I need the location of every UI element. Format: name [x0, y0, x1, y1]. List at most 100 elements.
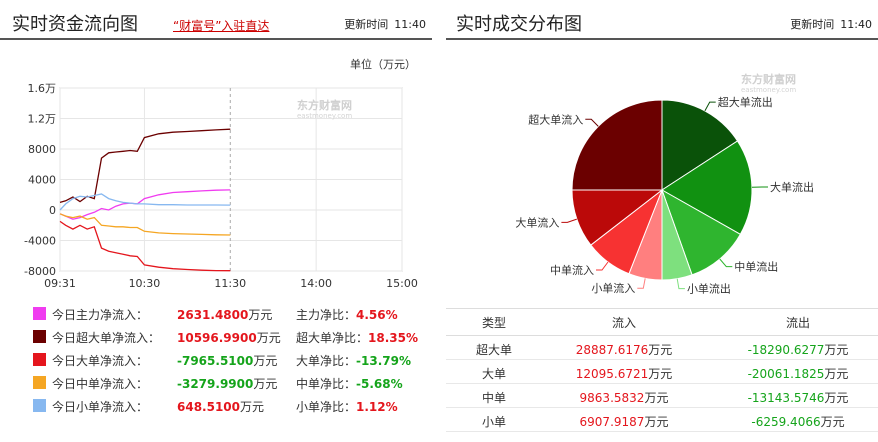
row-inflow: 9863.5832万元 [564, 389, 684, 406]
inflow-unit: 万元 [648, 343, 673, 357]
capital-flow-panel: 实时资金流向图 “财富号”入驻直达 更新时间 11:40 单位（万元） 东方财富网… [0, 0, 432, 442]
pie-label: 中单流出 [734, 260, 778, 274]
header-type: 类型 [481, 316, 506, 330]
legend-ratio-value: 1.12% [356, 400, 398, 414]
outflow-unit: 万元 [824, 391, 849, 405]
row-inflow: 28887.6176万元 [564, 341, 684, 358]
chart-series [59, 128, 231, 272]
row-inflow: 12095.6721万元 [564, 365, 684, 382]
outflow-unit: 万元 [824, 343, 849, 357]
legend-value: 2631.4800万元 [177, 306, 272, 323]
legend-row: 今日小单净流入： 648.5100万元 小单净比：1.12% [0, 395, 432, 418]
legend-swatch [33, 307, 46, 320]
row-outflow: -20061.1825万元 [718, 365, 878, 382]
legend-label: 今日主力净流入： [52, 308, 149, 322]
watermark-text-cn: 东方财富网 [741, 72, 796, 86]
pie-label: 小单流出 [687, 282, 731, 296]
legend-value-unit: 万元 [256, 331, 281, 345]
table-header-row: 类型 流入 流出 [446, 308, 878, 336]
eastmoney-watermark: 东方财富网 eastmoney.com [297, 98, 352, 120]
legend-value: -7965.5100万元 [177, 352, 277, 369]
legend-label: 今日大单净流入： [52, 354, 149, 368]
capital-flow-line-chart: 东方财富网 eastmoney.com 1.6万 1.2万 8000 4000 0 -40… [24, 82, 418, 290]
legend-label: 今日小单净流入： [52, 400, 149, 414]
inflow-number: 28887.6176 [575, 343, 649, 357]
legend-swatch [33, 353, 46, 366]
update-time-label: 更新时间 [790, 18, 835, 31]
table-row: 小单 6907.9187万元 -6259.4066 万元 [446, 408, 878, 432]
legend-ratio-label: 主力净比： [296, 308, 357, 322]
x-tick-label: 10:30 [129, 277, 161, 290]
outflow-number: -20061.1825 [747, 367, 825, 381]
legend-value-unit: 万元 [253, 354, 278, 368]
legend-swatch [33, 376, 46, 389]
eastmoney-watermark: 东方财富网 eastmoney.com [741, 72, 796, 94]
legend-value: -3279.9900万元 [177, 375, 277, 392]
legend-ratio: 小单净比：1.12% [296, 398, 398, 415]
series-line-2 [59, 220, 231, 272]
row-outflow: -13143.5746万元 [718, 389, 878, 406]
pie-label-leader [585, 118, 599, 127]
pie-label: 中单流入 [550, 263, 594, 277]
legend-row: 今日超大单净流入： 10596.9900万元 超大单净比：18.35% [0, 326, 432, 349]
inflow-number: 12095.6721 [575, 367, 649, 381]
legend-row: 今日中单净流入： -3279.9900万元 中单净比：-5.68% [0, 372, 432, 395]
pie-label-leader [704, 101, 716, 112]
pie-label-leader [596, 261, 609, 271]
caifuhao-link[interactable]: “财富号”入驻直达 [173, 17, 269, 34]
header-outflow: 流出 [785, 316, 810, 330]
trade-distribution-panel: 实时成交分布图 更新时间 11:40 东方财富网 eastmoney.com 超大… [446, 0, 878, 442]
legend-value-number: 648.5100 [177, 400, 241, 414]
outflow-number: -18290.6277 [747, 343, 825, 357]
y-tick-label: 1.2万 [28, 113, 57, 126]
trade-distribution-update-time: 更新时间 11:40 [784, 16, 872, 32]
y-tick-label: 8000 [28, 143, 56, 156]
inflow-unit: 万元 [644, 415, 669, 429]
legend-swatch [33, 330, 46, 343]
y-tick-label: 0 [49, 204, 56, 217]
legend-value-number: -7965.5100 [177, 354, 254, 368]
legend-value-unit: 万元 [240, 400, 265, 414]
x-tick-label: 14:00 [300, 277, 332, 290]
legend-value-unit: 万元 [253, 377, 278, 391]
row-inflow: 6907.9187万元 [564, 413, 684, 430]
header-inflow: 流入 [611, 316, 636, 330]
row-outflow: -18290.6277万元 [718, 341, 878, 358]
legend-value-number: 10596.9900 [177, 331, 257, 345]
legend-ratio-value: 18.35% [368, 331, 418, 345]
inflow-unit: 万元 [644, 391, 669, 405]
update-time-value: 11:40 [394, 18, 426, 31]
legend-ratio-label: 中单净比： [296, 377, 357, 391]
inflow-number: 9863.5832 [579, 391, 645, 405]
y-tick-label: 4000 [28, 174, 56, 187]
inflow-unit: 万元 [648, 367, 673, 381]
legend-ratio: 主力净比：4.56% [296, 306, 398, 323]
legend-label: 今日超大单净流入： [52, 331, 161, 345]
legend-ratio: 中单净比：-5.68% [296, 375, 403, 392]
legend-ratio-value: -5.68% [356, 377, 403, 391]
capital-flow-header: 实时资金流向图 “财富号”入驻直达 更新时间 11:40 [0, 0, 432, 40]
pie-label: 大单流入 [515, 215, 559, 229]
row-type: 小单 [481, 415, 506, 429]
legend-value-number: -3279.9900 [177, 377, 254, 391]
update-time-label: 更新时间 [344, 18, 389, 31]
trade-distribution-header: 实时成交分布图 更新时间 11:40 [446, 0, 878, 40]
row-type: 中单 [481, 391, 506, 405]
legend-row: 今日主力净流入： 2631.4800万元 主力净比：4.56% [0, 303, 432, 326]
y-tick-label: 1.6万 [28, 82, 57, 95]
legend-ratio: 超大单净比：18.35% [296, 329, 418, 346]
outflow-number: -6259.4066 [751, 415, 821, 429]
legend-ratio-label: 小单净比： [296, 400, 357, 414]
table-row: 超大单 28887.6176万元 -18290.6277万元 [446, 336, 878, 360]
legend-ratio-value: 4.56% [356, 308, 398, 322]
pie-label: 小单流入 [591, 281, 635, 295]
pie-label-leader [719, 258, 733, 268]
legend-value-unit: 万元 [248, 308, 273, 322]
series-line-1 [59, 128, 231, 204]
series-line-4 [59, 193, 231, 211]
inflow-number: 6907.9187 [579, 415, 645, 429]
unit-label: 单位（万元） [350, 58, 416, 71]
legend-ratio: 大单净比：-13.79% [296, 352, 411, 369]
legend-swatch [33, 399, 46, 412]
trade-distribution-pie-chart: 东方财富网 eastmoney.com 超大单流出大单流出中单流出小单流出 小单流… [515, 72, 814, 296]
